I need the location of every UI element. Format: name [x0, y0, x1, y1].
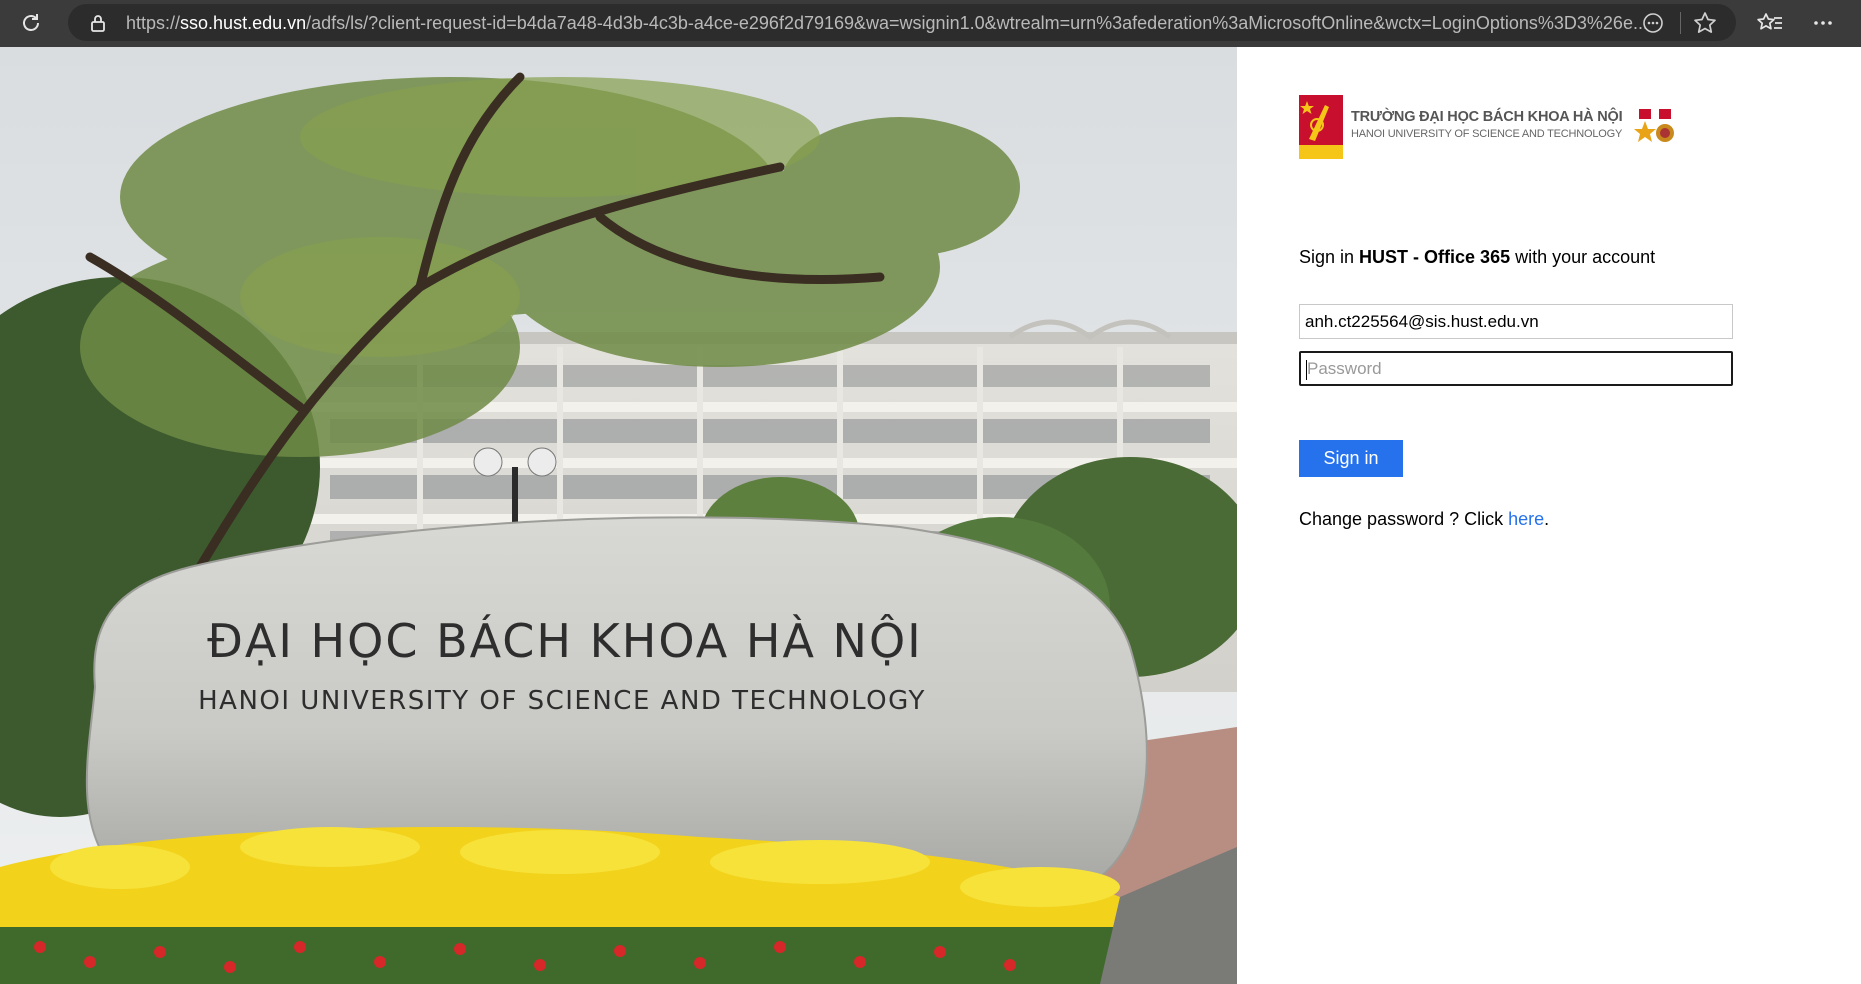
url-host: sso.hust.edu.vn: [180, 13, 307, 33]
stone-title: ĐẠI HỌC BÁCH KHOA HÀ NỘI: [207, 613, 923, 668]
address-bar[interactable]: https://sso.hust.edu.vn/adfs/ls/?client-…: [68, 4, 1736, 41]
login-panel: TRƯỜNG ĐẠI HỌC BÁCH KHOA HÀ NỘI HANOI UN…: [1237, 47, 1861, 984]
campus-photo: ĐẠI HỌC BÁCH KHOA HÀ NỘI HANOI UNIVERSIT…: [0, 47, 1237, 984]
logo-title-vi: TRƯỜNG ĐẠI HỌC BÁCH KHOA HÀ NỘI: [1351, 109, 1623, 125]
signin-suffix: with your account: [1510, 247, 1656, 267]
password-field[interactable]: Password: [1299, 351, 1733, 386]
favorite-star-icon[interactable]: [1692, 10, 1718, 36]
lock-icon[interactable]: [88, 13, 108, 33]
url-prefix: https://: [126, 13, 181, 33]
change-password-line: Change password ? Click here.: [1299, 509, 1549, 530]
username-field[interactable]: anh.ct225564@sis.hust.edu.vn: [1299, 304, 1733, 339]
signin-heading: Sign in HUST - Office 365 with your acco…: [1299, 247, 1655, 268]
browser-toolbar: https://sso.hust.edu.vn/adfs/ls/?client-…: [0, 0, 1861, 47]
change-password-period: .: [1544, 509, 1550, 529]
stone-subtitle: HANOI UNIVERSITY OF SCIENCE AND TECHNOLO…: [198, 686, 926, 716]
change-password-link[interactable]: here: [1508, 509, 1544, 529]
address-bar-divider: [1680, 12, 1681, 34]
settings-menu-icon[interactable]: [1808, 8, 1838, 38]
password-placeholder: Password: [1307, 359, 1382, 378]
logo-title-en: HANOI UNIVERSITY OF SCIENCE AND TECHNOLO…: [1351, 128, 1623, 140]
change-password-text: Change password ? Click: [1299, 509, 1509, 529]
hust-emblem-icon: [1299, 95, 1343, 159]
sign-in-button[interactable]: Sign in: [1299, 440, 1403, 477]
url-text[interactable]: https://sso.hust.edu.vn/adfs/ls/?client-…: [126, 13, 1646, 34]
medal-icon: [1634, 109, 1674, 142]
reload-icon[interactable]: [18, 10, 44, 36]
more-tools-icon[interactable]: [1642, 12, 1664, 34]
university-logo: TRƯỜNG ĐẠI HỌC BÁCH KHOA HÀ NỘI HANOI UN…: [1299, 95, 1699, 161]
signin-org: HUST - Office 365: [1359, 247, 1511, 267]
favorites-icon[interactable]: [1755, 8, 1785, 38]
signin-prefix: Sign in: [1299, 247, 1360, 267]
url-path: /adfs/ls/?client-request-id=b4da7a48-4d3…: [306, 13, 1646, 33]
